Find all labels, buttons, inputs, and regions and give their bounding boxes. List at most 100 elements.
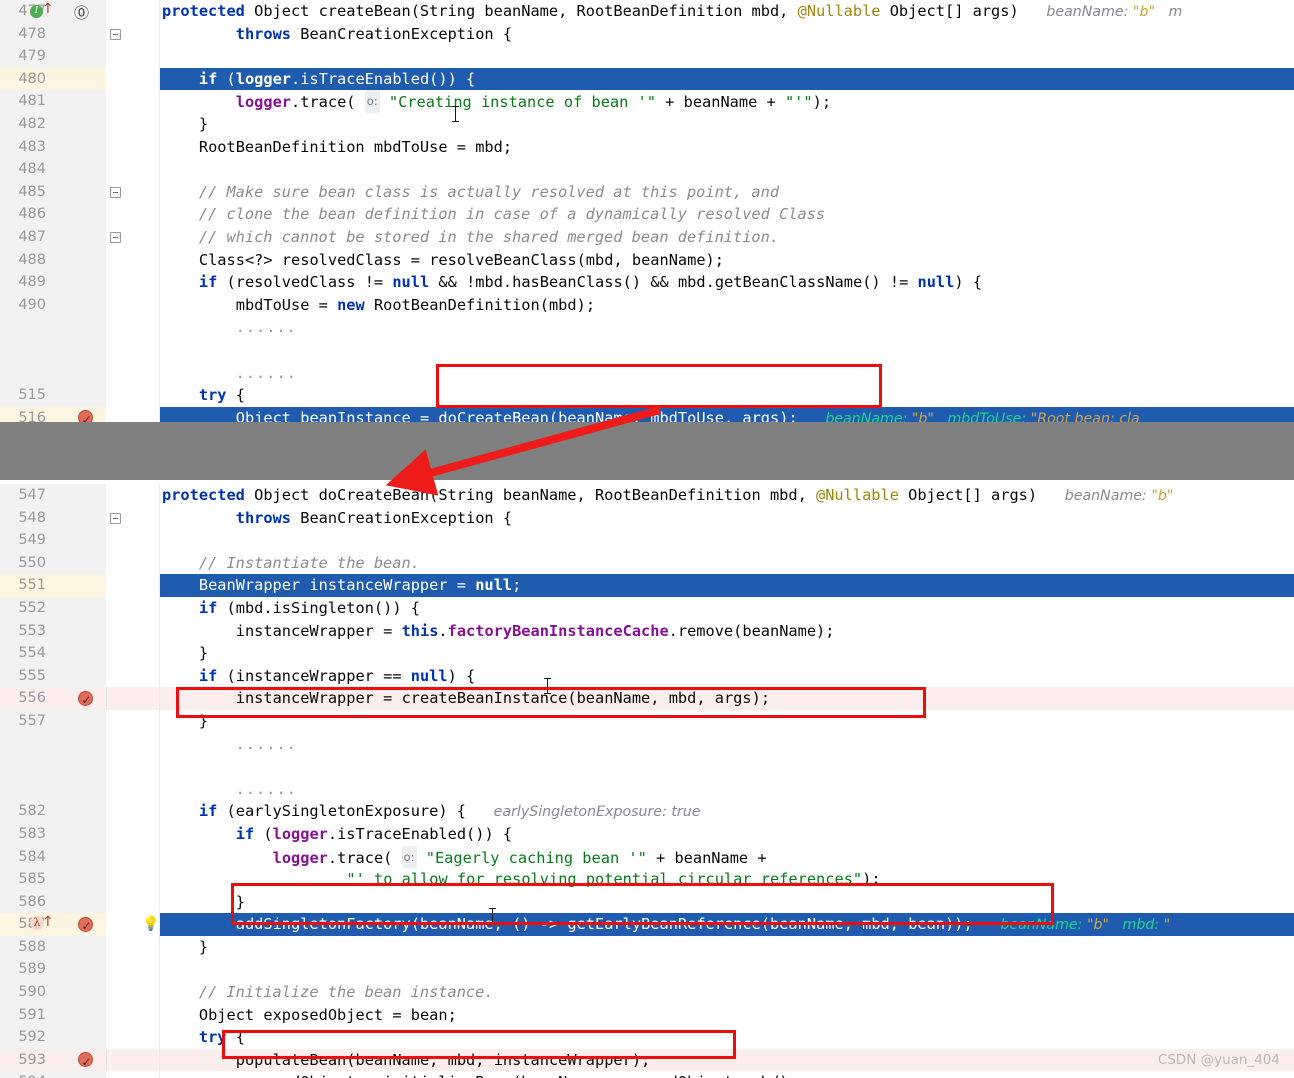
- code-text[interactable]: }: [162, 642, 1294, 665]
- code-line[interactable]: 556 instanceWrapper = createBeanInstance…: [0, 687, 1294, 712]
- code-line[interactable]: 582 if (earlySingletonExposure) { earlyS…: [0, 800, 1294, 823]
- code-line[interactable]: ......: [0, 777, 1294, 801]
- code-text[interactable]: instanceWrapper = this.factoryBeanInstan…: [162, 620, 1294, 643]
- code-text[interactable]: BeanWrapper instanceWrapper = null;: [162, 574, 1294, 597]
- code-text[interactable]: // Instantiate the bean.: [162, 552, 1294, 575]
- code-text[interactable]: if (earlySingletonExposure) { earlySingl…: [162, 800, 1294, 824]
- code-text[interactable]: ......: [162, 733, 1294, 756]
- editor-pane-createBean[interactable]: 477I↑⓪protected Object createBean(String…: [0, 0, 1294, 422]
- code-text[interactable]: "' to allow for resolving potential circ…: [162, 868, 1294, 891]
- code-line[interactable]: 489 if (resolvedClass != null && !mbd.ha…: [0, 271, 1294, 294]
- code-line[interactable]: 547 protected Object doCreateBean(String …: [0, 484, 1294, 507]
- code-text[interactable]: logger.trace( o: "Creating instance of b…: [162, 90, 1294, 114]
- code-text[interactable]: try {: [162, 384, 1294, 407]
- code-text[interactable]: try {: [162, 1026, 1294, 1049]
- code-text[interactable]: }: [162, 936, 1294, 959]
- code-line[interactable]: 486 // clone the bean definition in case…: [0, 203, 1294, 226]
- code-line[interactable]: 587λ↑💡 addSingletonFactory(beanName, () …: [0, 913, 1294, 938]
- breakpoint-icon[interactable]: [78, 1051, 93, 1073]
- code-text[interactable]: ......: [162, 362, 1294, 385]
- code-text[interactable]: exposedObject = initializeBean(beanName,…: [162, 1071, 1294, 1078]
- fold-marker-icon[interactable]: [110, 513, 121, 525]
- code-line[interactable]: 552 if (mbd.isSingleton()) {: [0, 596, 1294, 620]
- code-line[interactable]: 592 try {: [0, 1026, 1294, 1049]
- code-line[interactable]: 481 logger.trace( o: "Creating instance …: [0, 90, 1294, 113]
- code-text[interactable]: throws BeanCreationException {: [162, 507, 1294, 530]
- override-arrow-icon[interactable]: ↑: [42, 2, 54, 16]
- code-line[interactable]: 482 }: [0, 112, 1294, 136]
- intention-bulb-icon[interactable]: 💡: [142, 915, 159, 933]
- code-text[interactable]: addSingletonFactory(beanName, () -> getE…: [162, 913, 1294, 937]
- fold-marker-icon[interactable]: [110, 232, 121, 244]
- code-line[interactable]: 593 populateBean(beanName, mbd, instance…: [0, 1048, 1294, 1073]
- collapsed-region-icon[interactable]: ......: [236, 735, 297, 753]
- code-line[interactable]: 477I↑⓪protected Object createBean(String…: [0, 0, 1294, 23]
- code-line[interactable]: 594 exposedObject = initializeBean(beanN…: [0, 1071, 1294, 1078]
- code-line[interactable]: 551 BeanWrapper instanceWrapper = null;: [0, 574, 1294, 597]
- code-text[interactable]: populateBean(beanName, mbd, instanceWrap…: [162, 1049, 1294, 1072]
- code-line[interactable]: 585 "' to allow for resolving potential …: [0, 868, 1294, 891]
- code-text[interactable]: }: [162, 891, 1294, 914]
- code-text[interactable]: throws BeanCreationException {: [162, 23, 1294, 46]
- code-line[interactable]: 590 // Initialize the bean instance.: [0, 981, 1294, 1004]
- code-line[interactable]: 483 RootBeanDefinition mbdToUse = mbd;: [0, 135, 1294, 159]
- gutter-icons[interactable]: λ↑💡: [30, 913, 159, 938]
- code-text[interactable]: // Make sure bean class is actually reso…: [162, 181, 1294, 204]
- code-line[interactable]: 589: [0, 958, 1294, 982]
- code-line[interactable]: 490 mbdToUse = new RootBeanDefinition(mb…: [0, 293, 1294, 317]
- code-line[interactable]: 480 if (logger.isTraceEnabled()) {: [0, 67, 1294, 91]
- breakpoint-icon[interactable]: [78, 409, 93, 422]
- code-line[interactable]: 557 }: [0, 709, 1294, 733]
- code-text[interactable]: instanceWrapper = createBeanInstance(bea…: [162, 687, 1294, 710]
- code-text[interactable]: // which cannot be stored in the shared …: [162, 226, 1294, 249]
- code-line[interactable]: 548 throws BeanCreationException {: [0, 506, 1294, 530]
- code-line[interactable]: 479: [0, 45, 1294, 68]
- code-line[interactable]: 515 try {: [0, 384, 1294, 407]
- code-text[interactable]: }: [162, 113, 1294, 136]
- code-text[interactable]: mbdToUse = new RootBeanDefinition(mbd);: [162, 294, 1294, 317]
- code-line[interactable]: 488 Class<?> resolvedClass = resolveBean…: [0, 248, 1294, 272]
- override-arrow-icon[interactable]: ↑: [42, 915, 54, 929]
- code-line[interactable]: 591 Object exposedObject = bean;: [0, 1003, 1294, 1027]
- code-text[interactable]: RootBeanDefinition mbdToUse = mbd;: [162, 136, 1294, 159]
- code-line[interactable]: 487 // which cannot be stored in the sha…: [0, 225, 1294, 249]
- code-line[interactable]: 516 Object beanInstance = doCreateBean(b…: [0, 406, 1294, 422]
- editor-pane-doCreateBean[interactable]: 547 protected Object doCreateBean(String …: [0, 484, 1294, 1078]
- code-text[interactable]: protected Object createBean(String beanN…: [162, 0, 1294, 24]
- code-line[interactable]: [0, 755, 1294, 778]
- breakpoint-icon[interactable]: [78, 689, 93, 712]
- code-text[interactable]: protected Object doCreateBean(String bea…: [162, 484, 1294, 508]
- gutter-icons[interactable]: [30, 687, 105, 712]
- code-line[interactable]: 584 logger.trace( o: "Eagerly caching be…: [0, 845, 1294, 870]
- code-line[interactable]: 484: [0, 158, 1294, 181]
- code-line[interactable]: 583 if (logger.isTraceEnabled()) {: [0, 822, 1294, 846]
- code-text[interactable]: if (logger.isTraceEnabled()) {: [162, 68, 1294, 91]
- code-line[interactable]: 554 }: [0, 642, 1294, 665]
- code-line[interactable]: 555 if (instanceWrapper == null) {: [0, 664, 1294, 688]
- code-line[interactable]: 478 throws BeanCreationException {: [0, 22, 1294, 46]
- collapsed-region-icon[interactable]: ......: [236, 780, 297, 798]
- code-text[interactable]: ......: [162, 316, 1294, 339]
- code-text[interactable]: // Initialize the bean instance.: [162, 981, 1294, 1004]
- code-line[interactable]: 485 // Make sure bean class is actually …: [0, 180, 1294, 204]
- code-text[interactable]: if (mbd.isSingleton()) {: [162, 597, 1294, 620]
- code-line[interactable]: 586 }: [0, 890, 1294, 914]
- gutter-icons[interactable]: [30, 407, 105, 422]
- code-text[interactable]: Object exposedObject = bean;: [162, 1004, 1294, 1027]
- code-text[interactable]: }: [162, 710, 1294, 733]
- code-text[interactable]: if (instanceWrapper == null) {: [162, 665, 1294, 688]
- code-text[interactable]: Object beanInstance = doCreateBean(beanN…: [162, 407, 1294, 422]
- code-text[interactable]: logger.trace( o: "Eagerly caching bean '…: [162, 845, 1294, 870]
- gutter-icons[interactable]: [30, 1049, 105, 1073]
- code-text[interactable]: Class<?> resolvedClass = resolveBeanClas…: [162, 249, 1294, 272]
- fold-marker-icon[interactable]: [110, 29, 121, 41]
- collapsed-region-icon[interactable]: ......: [236, 364, 297, 382]
- code-line[interactable]: ......: [0, 732, 1294, 756]
- code-line[interactable]: 588 }: [0, 935, 1294, 959]
- code-line[interactable]: 553 instanceWrapper = this.factoryBeanIn…: [0, 619, 1294, 643]
- code-line[interactable]: ......: [0, 316, 1294, 339]
- breakpoint-icon[interactable]: [78, 915, 93, 938]
- code-line[interactable]: ......: [0, 361, 1294, 385]
- code-text[interactable]: if (logger.isTraceEnabled()) {: [162, 823, 1294, 846]
- code-text[interactable]: if (resolvedClass != null && !mbd.hasBea…: [162, 271, 1294, 294]
